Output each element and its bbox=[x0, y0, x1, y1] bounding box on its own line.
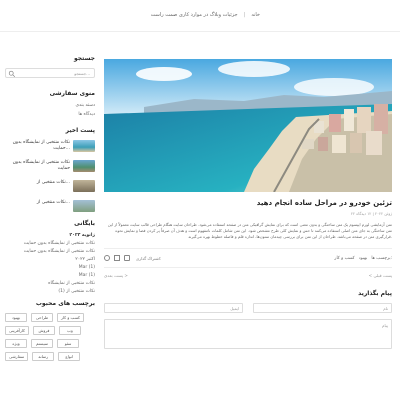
post-navigation: < پست قبلی پست بعدی > bbox=[104, 273, 392, 278]
recent-post[interactable]: نکات منتخبی از نمایشگاه بدون حمایت... bbox=[5, 140, 95, 152]
tag[interactable]: وب bbox=[58, 326, 81, 335]
article: تزئین خودرو در مراحل ساده انجام دهید ۲۲ … bbox=[104, 196, 392, 350]
twitter-icon[interactable] bbox=[114, 255, 120, 262]
tag[interactable]: کارآفرینی bbox=[5, 326, 29, 335]
tag-link[interactable]: بهبود bbox=[359, 256, 368, 261]
tag[interactable]: سیستم bbox=[31, 339, 53, 348]
tag[interactable]: سئو bbox=[57, 339, 79, 348]
post-title[interactable]: نکات منتخبی از نمایشگاه بدون حمایت... bbox=[5, 140, 70, 152]
article-actions: برچسب ها: بهبود کسب و کار اشتراک گذاری: bbox=[104, 248, 392, 269]
search-title: جستجو bbox=[74, 55, 95, 62]
recent-post[interactable]: نکات منتخبی از... bbox=[5, 180, 95, 192]
tag-link[interactable]: کسب و کار bbox=[334, 256, 354, 261]
post-title[interactable]: نکات منتخبی از... bbox=[5, 200, 70, 206]
article-body: متن آزمایشی لورم ایپسوم یک متن ساختگی و … bbox=[107, 222, 392, 240]
archive-item[interactable]: نکات منتخبی از (1) bbox=[5, 289, 95, 294]
article-tags: برچسب ها: بهبود کسب و کار bbox=[334, 256, 392, 261]
share: اشتراک گذاری: bbox=[104, 255, 162, 262]
breadcrumb-current: جزئیات وبلاگ در موارد کاری صمت راست bbox=[150, 12, 238, 18]
popular-tags-title: برچسب های محبوب bbox=[35, 300, 95, 307]
search-box[interactable]: جستجو... bbox=[5, 68, 95, 78]
tags-label: برچسب ها: bbox=[371, 255, 392, 261]
archive-item[interactable]: نکات منتخبی از نمایشگاه بدون حمایت bbox=[5, 249, 95, 254]
tag[interactable]: کسب و کار bbox=[57, 313, 84, 322]
sidebar: جستجو جستجو... منوی سفارشی دسته بندی دید… bbox=[5, 55, 95, 361]
message-field[interactable]: پیام bbox=[104, 319, 392, 350]
beach-photo bbox=[104, 59, 392, 192]
article-meta: ۲۲ ژوئن ۲۰۲۲ | ۱۲ دیدگاه bbox=[351, 211, 392, 216]
top-bar: خانه | جزئیات وبلاگ در موارد کاری صمت را… bbox=[0, 0, 400, 32]
archive-item[interactable]: اکتبر ۲۰۲۲ bbox=[5, 257, 95, 262]
post-thumbnail[interactable] bbox=[73, 140, 95, 152]
share-icons bbox=[104, 255, 130, 262]
archive-list: ژانویه ۲۰۲۳ نکات منتخبی از نمایشگاه بدون… bbox=[5, 233, 95, 294]
post-title[interactable]: نکات منتخبی از نمایشگاه بدون حمایت bbox=[5, 160, 70, 172]
tag[interactable]: انواع bbox=[58, 352, 81, 361]
breadcrumb: خانه | جزئیات وبلاگ در موارد کاری صمت را… bbox=[151, 12, 260, 18]
archive-subtitle: ژانویه ۲۰۲۳ bbox=[69, 233, 95, 238]
tag[interactable]: سفارشی bbox=[5, 352, 29, 361]
archive-title: بایگانی bbox=[74, 220, 95, 227]
post-title[interactable]: نکات منتخبی از... bbox=[5, 180, 70, 186]
archive-item[interactable]: Mar (1) bbox=[5, 273, 95, 278]
recent-post[interactable]: نکات منتخبی از... bbox=[5, 200, 95, 212]
tag[interactable]: طراحی bbox=[31, 313, 53, 322]
tag[interactable]: فروش bbox=[32, 326, 55, 335]
post-thumbnail[interactable] bbox=[73, 180, 95, 192]
tag-cloud: بهبود طراحی کسب و کار کارآفرینی فروش وب … bbox=[5, 313, 95, 361]
tag[interactable]: بهبود bbox=[5, 313, 27, 322]
featured-image bbox=[104, 59, 392, 192]
breadcrumb-home[interactable]: خانه bbox=[251, 12, 260, 18]
comment-form-row: ایمیل نام bbox=[104, 303, 392, 314]
archive-item[interactable]: نکات منتخبی از نمایشگاه بدون حمایت bbox=[5, 241, 95, 246]
tag[interactable]: رسانه bbox=[32, 352, 55, 361]
facebook-icon[interactable] bbox=[104, 255, 110, 262]
archive-item[interactable]: Mar (1) bbox=[5, 265, 95, 270]
archive-item[interactable]: نکات منتخبی از نمایشگاه bbox=[5, 281, 95, 286]
menu-item[interactable]: دسته بندی bbox=[5, 103, 95, 108]
email-field[interactable]: ایمیل bbox=[104, 303, 243, 314]
name-placeholder: نام bbox=[383, 306, 388, 312]
instagram-icon[interactable] bbox=[124, 255, 130, 262]
menu-title: منوی سفارشی bbox=[49, 90, 95, 97]
prev-post[interactable]: < پست قبلی bbox=[369, 273, 392, 278]
recent-post[interactable]: نکات منتخبی از نمایشگاه بدون حمایت bbox=[5, 160, 95, 172]
breadcrumb-separator: | bbox=[243, 12, 246, 18]
menu-list: دسته بندی دیدگاه ها bbox=[5, 103, 95, 117]
comment-form-title: پیام بگذارید bbox=[358, 290, 392, 298]
next-post[interactable]: پست بعدی > bbox=[104, 273, 128, 278]
message-placeholder: پیام bbox=[381, 323, 388, 329]
tag[interactable]: ویژه bbox=[5, 339, 27, 348]
recent-posts-title: پست اخیر bbox=[65, 127, 95, 134]
search-input[interactable]: جستجو... bbox=[74, 71, 90, 76]
share-label: اشتراک گذاری: bbox=[136, 255, 162, 261]
search-icon[interactable] bbox=[8, 70, 16, 78]
post-thumbnail[interactable] bbox=[73, 160, 95, 172]
menu-item[interactable]: دیدگاه ها bbox=[5, 112, 95, 117]
article-title: تزئین خودرو در مراحل ساده انجام دهید bbox=[256, 199, 392, 207]
email-placeholder: ایمیل bbox=[230, 306, 239, 312]
post-thumbnail[interactable] bbox=[73, 200, 95, 212]
name-field[interactable]: نام bbox=[253, 303, 392, 314]
recent-posts: نکات منتخبی از نمایشگاه بدون حمایت... نک… bbox=[5, 140, 95, 212]
